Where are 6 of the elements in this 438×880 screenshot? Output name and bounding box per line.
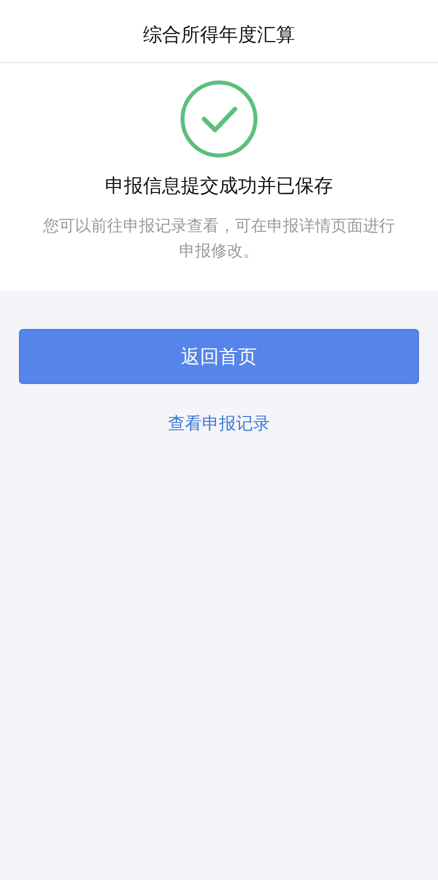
- records-link[interactable]: 查看申报记录: [168, 412, 270, 435]
- result-title: 申报信息提交成功并已保存: [105, 174, 333, 199]
- result-message: 您可以前往申报记录查看，可在申报详情页面进行申报修改。: [42, 215, 396, 262]
- home-button[interactable]: 返回首页: [19, 329, 419, 384]
- page-title: 综合所得年度汇算: [143, 23, 295, 48]
- success-check-icon: [180, 80, 258, 158]
